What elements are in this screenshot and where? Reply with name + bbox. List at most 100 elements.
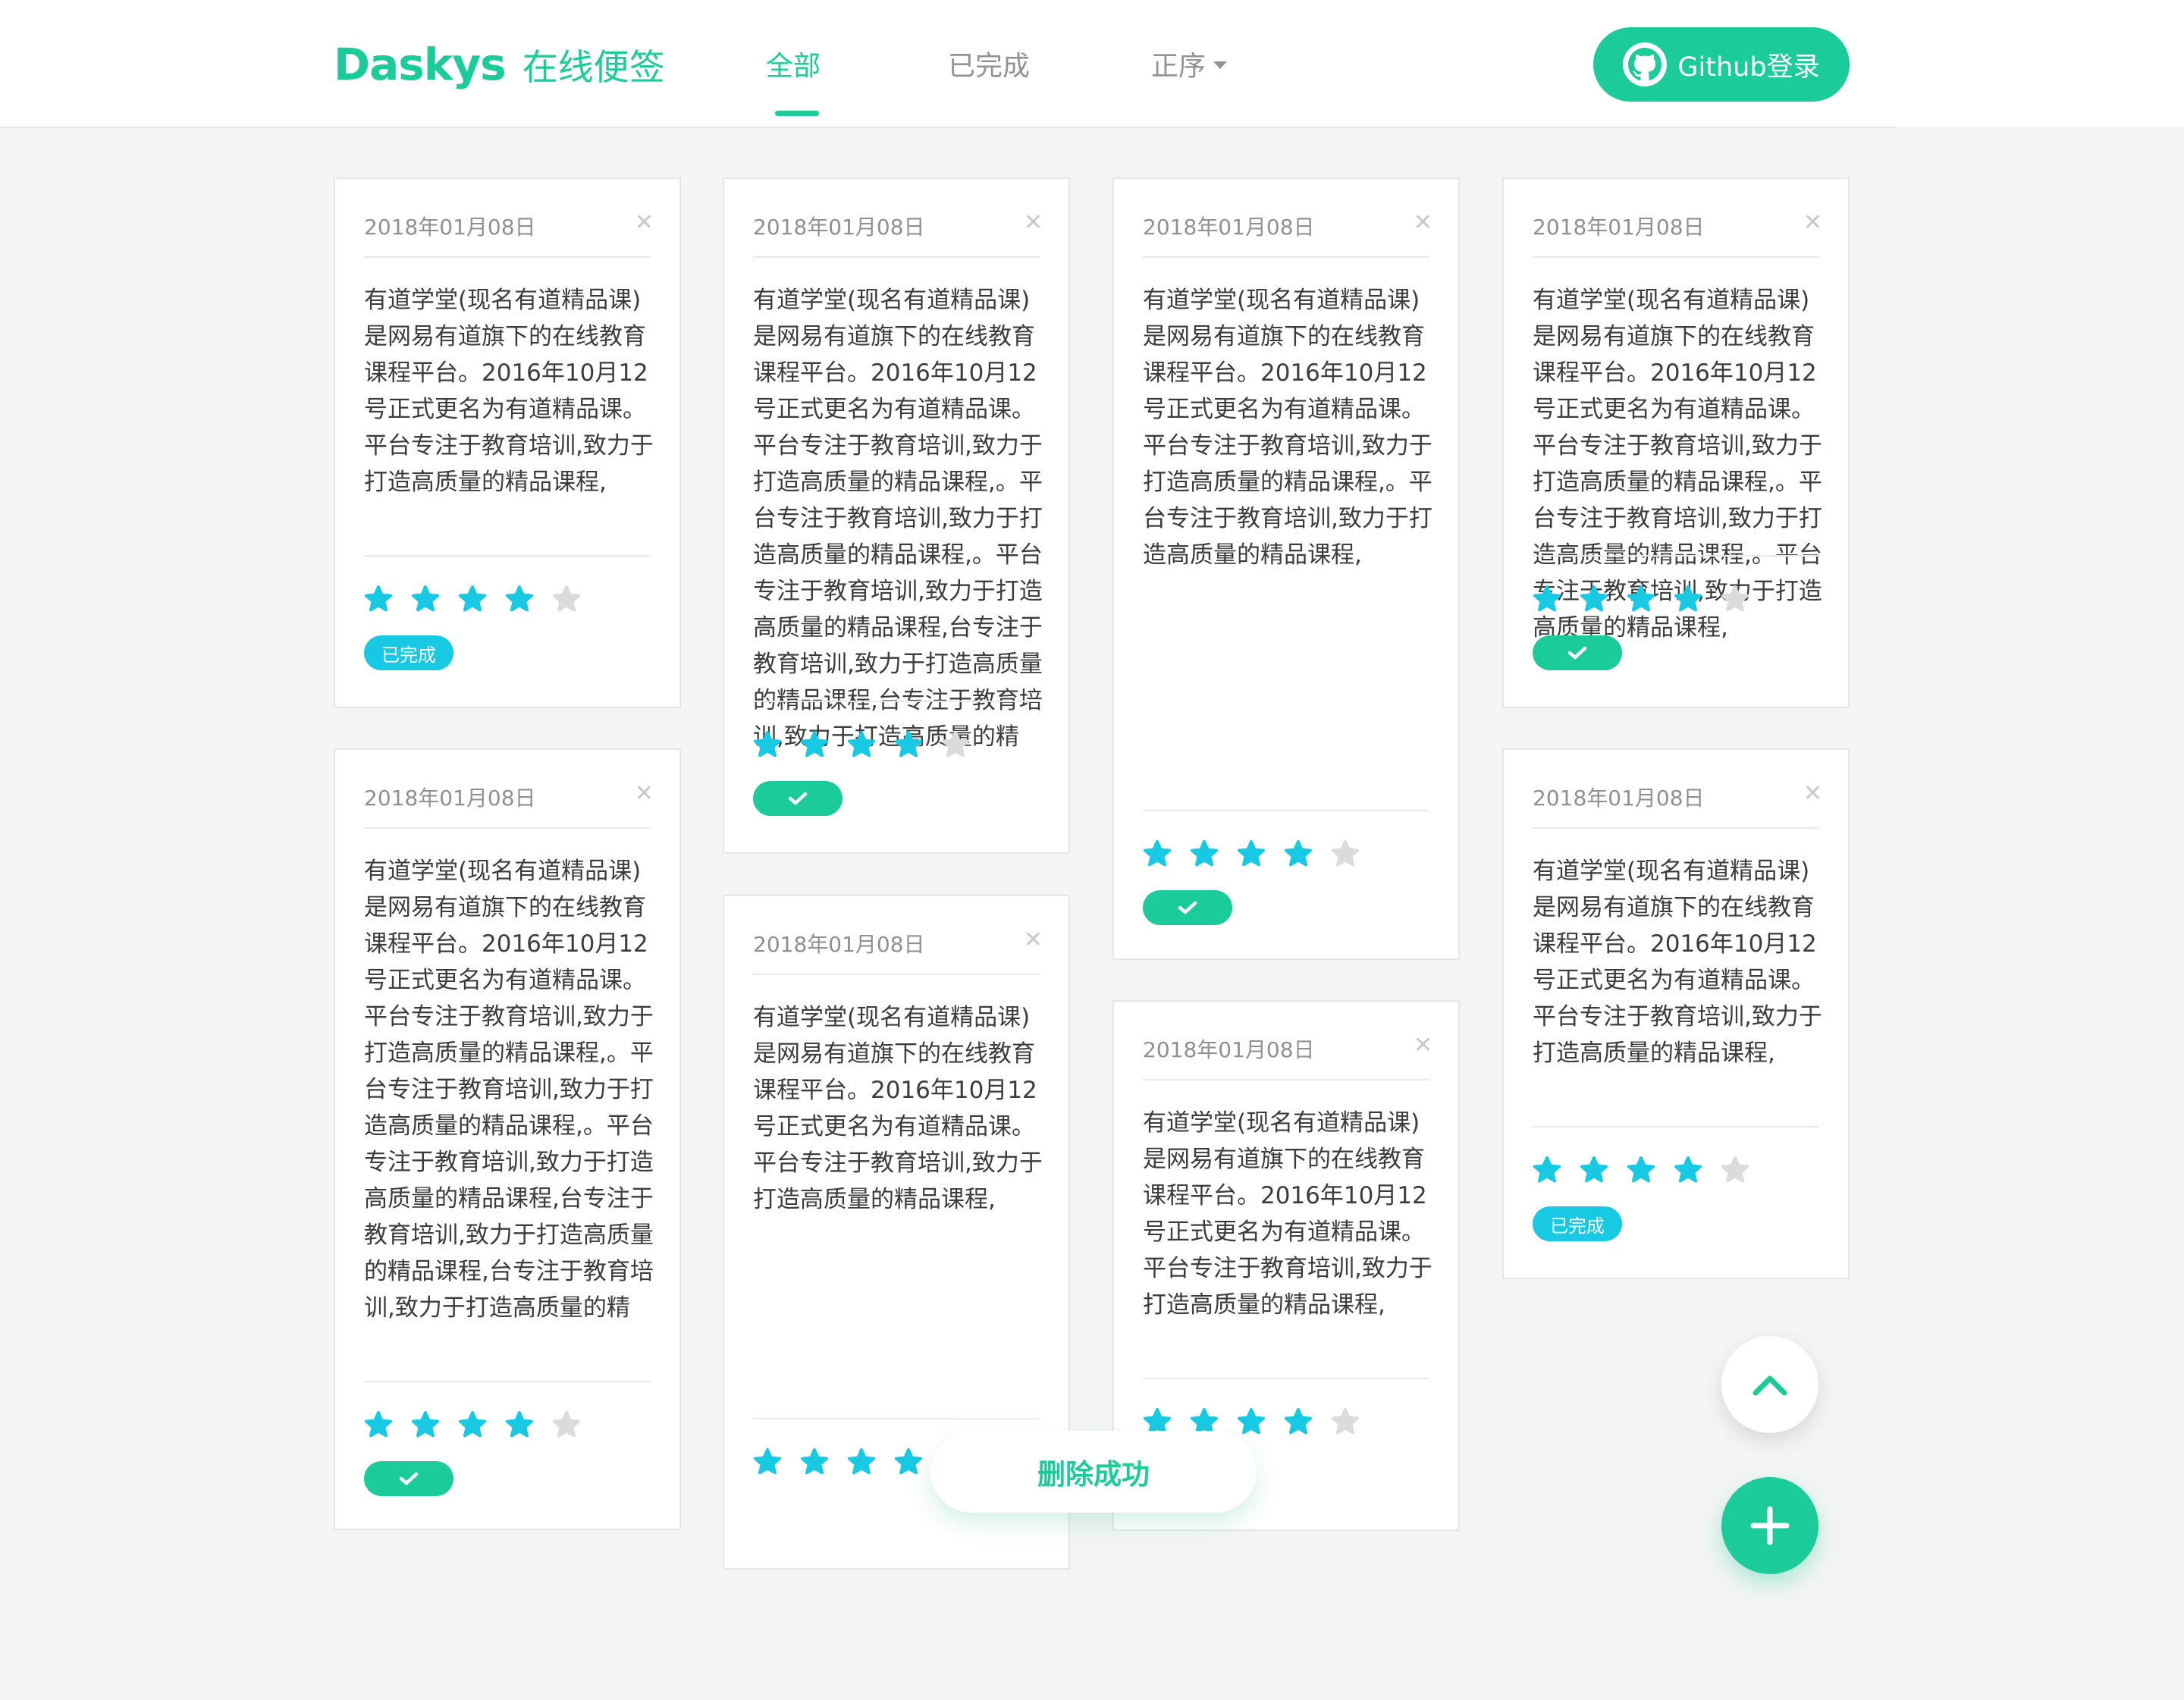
star-rating[interactable] [1141,839,1361,869]
star-icon[interactable] [1235,839,1267,869]
header-extension [1896,0,2184,127]
star-icon[interactable] [799,1447,830,1477]
complete-toggle[interactable] [364,1461,453,1496]
note-text: 有道学堂(现名有道精品课)是网易有道旗下的在线教育课程平台。2016年10月12… [1533,858,1822,1067]
divider [364,256,651,258]
divider [1533,555,1819,557]
close-icon[interactable]: ✕ [1414,1032,1432,1059]
tab-all[interactable]: 全部 [766,44,821,83]
star-icon[interactable] [1578,1155,1610,1185]
star-icon[interactable] [1531,1155,1563,1185]
star-icon[interactable] [1578,584,1610,614]
close-icon[interactable]: ✕ [635,209,654,236]
complete-toggle[interactable] [753,781,843,816]
star-icon[interactable] [846,1447,877,1477]
star-rating[interactable] [362,584,582,614]
caret-down-icon [1213,61,1228,69]
check-icon [399,1472,419,1485]
divider [1143,1378,1429,1379]
star-icon[interactable] [362,1410,394,1440]
github-login-button[interactable]: Github登录 [1593,27,1850,102]
divider [753,701,1040,702]
note-text: 有道学堂(现名有道精品课)是网易有道旗下的在线教育课程平台。2016年10月12… [364,858,654,1322]
plus-icon [1750,1506,1790,1545]
complete-toggle[interactable] [1143,890,1232,925]
star-icon[interactable] [551,584,582,614]
star-icon[interactable] [504,584,535,614]
star-icon[interactable] [1531,584,1563,614]
close-icon[interactable]: ✕ [1803,780,1822,807]
star-rating[interactable] [362,1410,582,1440]
star-icon[interactable] [940,729,971,760]
star-icon[interactable] [1625,584,1657,614]
close-icon[interactable]: ✕ [1414,209,1432,236]
star-icon[interactable] [752,729,783,760]
note-date: 2018年01月08日 [364,215,536,240]
check-icon [1567,646,1587,660]
note-card[interactable]: 2018年01月08日 ✕ 有道学堂(现名有道精品课)是网易有道旗下的在线教育课程平… [1112,177,1460,960]
sort-dropdown-label: 正序 [1151,51,1207,82]
divider [1143,1079,1429,1081]
note-date: 2018年01月08日 [1533,215,1705,240]
note-text: 有道学堂(现名有道精品课)是网易有道旗下的在线教育课程平台。2016年10月12… [364,287,654,496]
status-badge[interactable]: 已完成 [364,635,453,670]
github-login-label: Github登录 [1677,52,1820,83]
divider [364,827,651,829]
note-card[interactable]: 2018年01月08日 ✕ 有道学堂(现名有道精品课)是网易有道旗下的在线教育课程平… [334,177,681,708]
complete-toggle[interactable] [1533,635,1622,670]
toast-message: 删除成功 [930,1431,1257,1513]
app-header: Daskys 在线便签 全部 已完成 正序 Github登录 [0,0,1896,128]
star-icon[interactable] [752,1447,783,1477]
note-card[interactable]: 2018年01月08日 ✕ 有道学堂(现名有道精品课)是网易有道旗下的在线教育课程平… [334,748,681,1530]
star-icon[interactable] [362,584,394,614]
star-icon[interactable] [1672,584,1704,614]
tab-completed[interactable]: 已完成 [948,44,1030,83]
star-rating[interactable] [1531,1155,1751,1185]
star-icon[interactable] [410,1410,441,1440]
star-icon[interactable] [893,1447,924,1477]
status-badge[interactable]: 已完成 [1533,1206,1622,1241]
close-icon[interactable]: ✕ [1024,927,1043,953]
star-icon[interactable] [551,1410,582,1440]
note-card[interactable]: 2018年01月08日 ✕ 有道学堂(现名有道精品课)是网易有道旗下的在线教育课程平… [1502,748,1850,1279]
note-date: 2018年01月08日 [753,215,925,240]
github-icon [1623,42,1668,86]
star-icon[interactable] [1282,1407,1314,1437]
check-icon [788,792,808,805]
star-icon[interactable] [1141,839,1173,869]
close-icon[interactable]: ✕ [1803,209,1822,236]
star-icon[interactable] [1282,839,1314,869]
star-icon[interactable] [1235,1407,1267,1437]
star-icon[interactable] [1188,839,1220,869]
star-icon[interactable] [1625,1155,1657,1185]
star-rating[interactable] [752,729,971,760]
star-icon[interactable] [1719,1155,1751,1185]
close-icon[interactable]: ✕ [635,780,654,807]
sort-dropdown[interactable]: 正序 [1151,44,1228,83]
note-date: 2018年01月08日 [1143,215,1315,240]
scroll-top-button[interactable] [1721,1336,1818,1433]
star-rating[interactable] [1531,584,1751,614]
star-icon[interactable] [457,1410,488,1440]
star-icon[interactable] [846,729,877,760]
chevron-up-icon [1753,1375,1787,1396]
brand-name: Daskys [334,39,507,90]
note-card[interactable]: 2018年01月08日 ✕ 有道学堂(现名有道精品课)是网易有道旗下的在线教育课程平… [723,177,1070,854]
brand-logo[interactable]: Daskys 在线便签 [334,38,665,91]
star-icon[interactable] [1329,1407,1361,1437]
star-icon[interactable] [893,729,924,760]
star-icon[interactable] [1329,839,1361,869]
add-note-button[interactable] [1721,1477,1818,1574]
star-icon[interactable] [1719,584,1751,614]
star-icon[interactable] [504,1410,535,1440]
star-icon[interactable] [410,584,441,614]
note-text: 有道学堂(现名有道精品课)是网易有道旗下的在线教育课程平台。2016年10月12… [1143,1109,1432,1319]
divider [753,974,1040,975]
note-card[interactable]: 2018年01月08日 ✕ 有道学堂(现名有道精品课)是网易有道旗下的在线教育课程平… [1502,177,1850,708]
star-icon[interactable] [457,584,488,614]
note-date: 2018年01月08日 [1533,786,1705,811]
star-icon[interactable] [799,729,830,760]
close-icon[interactable]: ✕ [1024,209,1043,236]
star-icon[interactable] [1672,1155,1704,1185]
note-date: 2018年01月08日 [753,932,925,957]
